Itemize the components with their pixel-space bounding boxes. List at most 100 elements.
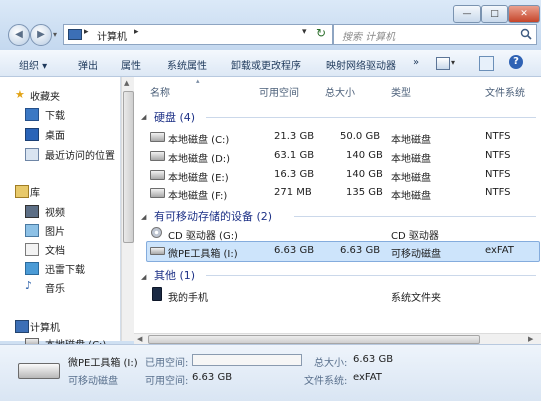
sidebar-item-libraries[interactable]: 库	[30, 184, 40, 199]
my-phone-type: 系统文件夹	[391, 293, 441, 304]
maximize-button[interactable]: □	[481, 5, 508, 23]
usage-bar	[192, 354, 302, 366]
chevron-down-icon[interactable]: ▾	[451, 58, 455, 67]
collapse-icon[interactable]: ◢	[141, 213, 146, 221]
group-hdd-title[interactable]: 硬盘 (4)	[154, 109, 195, 125]
sidebar-item-pictures[interactable]: 图片	[45, 223, 65, 238]
group-divider	[206, 275, 536, 276]
recent-pages-icon[interactable]: ▾	[53, 30, 57, 39]
column-header-free[interactable]: 可用空间	[259, 84, 299, 99]
drive-d-name[interactable]: 本地磁盘 (D:)	[168, 150, 230, 165]
xunlei-icon	[25, 262, 39, 275]
downloads-icon	[25, 108, 39, 121]
minimize-button[interactable]: —	[453, 5, 481, 23]
scroll-right-icon[interactable]: ▶	[528, 335, 533, 343]
sidebar-scrollbar[interactable]: ▲	[121, 77, 134, 341]
desktop-icon	[25, 128, 39, 141]
drive-e-free: 16.3 GB	[274, 169, 315, 180]
sidebar-item-music[interactable]: 音乐	[45, 280, 65, 295]
properties-button[interactable]: 属性	[121, 57, 141, 72]
drive-d-free: 63.1 GB	[274, 150, 315, 161]
sidebar-item-recent[interactable]: 最近访问的位置	[45, 147, 115, 162]
drive-e-type: 本地磁盘	[391, 173, 431, 184]
chevron-down-icon[interactable]: ▾	[302, 27, 307, 37]
music-icon: ♪	[25, 279, 33, 292]
details-used-label: 已用空间:	[145, 358, 189, 369]
view-options-icon[interactable]	[436, 57, 450, 70]
address-bar[interactable]: ▸ 计算机 ▸ ▾ ↻	[63, 24, 333, 45]
sidebar-item-xunlei[interactable]: 迅雷下载	[45, 261, 85, 276]
content-pane: 名称 可用空间 总大小 类型 文件系统 ▴ ◢ 硬盘 (4) 本地磁盘 (C:)…	[134, 77, 541, 341]
drive-c-fs: NTFS	[485, 131, 511, 142]
group-divider	[206, 117, 536, 118]
drive-i-total: 6.63 GB	[340, 245, 381, 256]
drive-i-type: 可移动磁盘	[391, 249, 441, 260]
horizontal-scroll-thumb[interactable]	[148, 335, 480, 344]
help-icon[interactable]: ?	[509, 55, 523, 69]
search-input[interactable]: 搜索 计算机	[333, 24, 537, 45]
sidebar-item-desktop[interactable]: 桌面	[45, 127, 65, 142]
back-button[interactable]: ◀	[8, 24, 30, 46]
my-phone-name[interactable]: 我的手机	[168, 289, 208, 304]
search-placeholder: 搜索 计算机	[342, 32, 396, 43]
sidebar-item-documents[interactable]: 文档	[45, 242, 65, 257]
navigation-pane: ★ 收藏夹 下载 桌面 最近访问的位置 库 视频 图片 文档 迅雷下载 ♪ 音乐…	[0, 77, 121, 351]
group-removable-title[interactable]: 有可移动存储的设备 (2)	[154, 208, 272, 224]
close-button[interactable]: ✕	[508, 5, 540, 23]
drive-c-free: 21.3 GB	[274, 131, 315, 142]
library-icon	[15, 185, 29, 198]
map-drive-button[interactable]: 映射网络驱动器	[326, 57, 396, 72]
column-header-total[interactable]: 总大小	[325, 84, 355, 99]
preview-pane-icon[interactable]	[479, 56, 494, 71]
details-name: 微PE工具箱 (I:)	[68, 358, 138, 369]
drive-c-total: 50.0 GB	[340, 131, 381, 142]
address-path[interactable]: 计算机	[97, 28, 127, 43]
sidebar-scroll-thumb[interactable]	[123, 91, 134, 243]
drive-i-fs: exFAT	[485, 245, 514, 256]
toolbar: 组织 ▾ 弹出 属性 系统属性 卸载或更改程序 映射网络驱动器 » ▾ ?	[0, 50, 541, 77]
details-total-label: 总大小:	[314, 358, 348, 369]
drive-i-name[interactable]: 微PE工具箱 (I:)	[168, 245, 238, 260]
phone-icon	[152, 287, 162, 301]
search-icon[interactable]	[520, 28, 532, 40]
address-separator-2: ▸	[134, 27, 139, 37]
group-other-title[interactable]: 其他 (1)	[154, 267, 195, 283]
drive-icon	[150, 151, 165, 161]
refresh-icon[interactable]: ↻	[316, 26, 326, 40]
uninstall-button[interactable]: 卸载或更改程序	[231, 57, 301, 72]
drive-c-type: 本地磁盘	[391, 135, 431, 146]
sidebar-item-favorites[interactable]: 收藏夹	[30, 88, 60, 103]
drive-d-total: 140 GB	[346, 150, 383, 161]
column-header-name[interactable]: 名称	[150, 84, 170, 99]
scroll-up-icon[interactable]: ▲	[124, 79, 129, 87]
usb-drive-large-icon	[18, 363, 60, 379]
sidebar-item-computer[interactable]: 计算机	[30, 319, 60, 334]
more-button[interactable]: »	[413, 57, 419, 68]
drive-g-name[interactable]: CD 驱动器 (G:)	[168, 227, 238, 242]
drive-g-type: CD 驱动器	[391, 231, 439, 242]
drive-f-fs: NTFS	[485, 187, 511, 198]
eject-button[interactable]: 弹出	[78, 57, 98, 72]
sidebar-item-videos[interactable]: 视频	[45, 204, 65, 219]
drive-f-type: 本地磁盘	[391, 191, 431, 202]
drive-icon	[150, 170, 165, 180]
forward-button[interactable]: ▶	[30, 24, 52, 46]
drive-d-type: 本地磁盘	[391, 154, 431, 165]
drive-icon	[150, 132, 165, 142]
column-header-fs[interactable]: 文件系统	[485, 84, 525, 99]
address-separator: ▸	[84, 27, 89, 37]
details-free-value: 6.63 GB	[192, 372, 233, 383]
drive-e-name[interactable]: 本地磁盘 (E:)	[168, 169, 229, 184]
system-properties-button[interactable]: 系统属性	[167, 57, 207, 72]
sidebar-item-downloads[interactable]: 下载	[45, 107, 65, 122]
scroll-left-icon[interactable]: ◀	[137, 335, 142, 343]
group-divider	[294, 216, 536, 217]
collapse-icon[interactable]: ◢	[141, 113, 146, 121]
collapse-icon[interactable]: ◢	[141, 273, 146, 281]
column-header-type[interactable]: 类型	[391, 84, 411, 99]
organize-button[interactable]: 组织 ▾	[19, 57, 47, 72]
sort-arrow-icon: ▴	[196, 77, 200, 85]
details-total-value: 6.63 GB	[353, 354, 394, 365]
drive-c-name[interactable]: 本地磁盘 (C:)	[168, 131, 229, 146]
drive-f-name[interactable]: 本地磁盘 (F:)	[168, 187, 227, 202]
